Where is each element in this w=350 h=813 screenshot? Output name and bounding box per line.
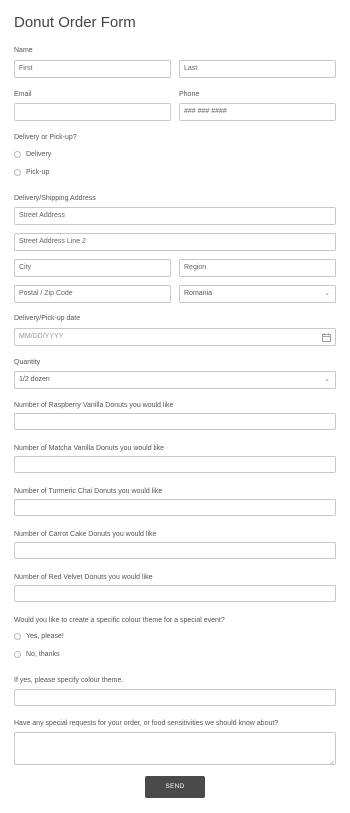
redvelvet-count-input[interactable] xyxy=(14,585,336,602)
pickup-radio[interactable] xyxy=(14,169,21,176)
matcha-label: Number of Matcha Vanilla Donuts you woul… xyxy=(14,445,165,452)
date-input[interactable]: MM/DD/YYYY xyxy=(14,328,336,346)
last-name-input[interactable]: Last xyxy=(179,60,336,78)
carrot-label: Number of Carrot Cake Donuts you would l… xyxy=(14,531,157,538)
theme-specify-input[interactable] xyxy=(14,689,336,706)
special-requests-textarea[interactable] xyxy=(14,732,336,765)
date-placeholder: MM/DD/YYYY xyxy=(19,333,64,340)
turmeric-label: Number of Turmeric Chai Donuts you would… xyxy=(14,488,163,495)
address-label: Delivery/Shipping Address xyxy=(14,195,96,202)
street-address-line2-input[interactable]: Street Address Line 2 xyxy=(14,233,336,251)
theme-specify-label: If yes, please specify colour theme. xyxy=(14,677,124,684)
city-input[interactable]: City xyxy=(14,259,171,277)
theme-no-radio[interactable] xyxy=(14,651,21,658)
email-label: Email xyxy=(14,91,32,98)
theme-yes-radio[interactable] xyxy=(14,633,21,640)
name-label: Name xyxy=(14,47,33,54)
pickup-option-label: Pick-up xyxy=(26,169,50,176)
region-input[interactable]: Region xyxy=(179,259,336,277)
quantity-select[interactable]: 1/2 dozen ⌄ xyxy=(14,371,336,389)
quantity-label: Quantity xyxy=(14,359,41,366)
raspberry-count-input[interactable] xyxy=(14,413,336,430)
country-select[interactable]: Romania ⌄ xyxy=(179,285,336,303)
street-address-placeholder: Street Address xyxy=(19,212,65,219)
raspberry-label: Number of Raspberry Vanilla Donuts you w… xyxy=(14,402,174,409)
send-button[interactable]: SEND xyxy=(145,776,205,798)
quantity-value: 1/2 dozen xyxy=(19,376,50,383)
calendar-icon[interactable] xyxy=(322,333,331,345)
theme-no-label: No, thanks xyxy=(26,651,60,658)
first-name-input[interactable]: First xyxy=(14,60,171,78)
postal-code-input[interactable]: Postal / Zip Code xyxy=(14,285,171,303)
chevron-down-icon: ⌄ xyxy=(324,376,330,383)
theme-yes-label: Yes, please! xyxy=(26,633,64,640)
country-value: Romania xyxy=(184,290,213,297)
last-name-placeholder: Last xyxy=(184,65,198,72)
delivery-option-label: Delivery xyxy=(26,151,52,158)
delivery-radio[interactable] xyxy=(14,151,21,158)
phone-placeholder: ### ### #### xyxy=(184,108,227,115)
phone-label: Phone xyxy=(179,91,200,98)
matcha-count-input[interactable] xyxy=(14,456,336,473)
theme-question-label: Would you like to create a specific colo… xyxy=(14,617,225,624)
postal-code-placeholder: Postal / Zip Code xyxy=(19,290,73,297)
carrot-count-input[interactable] xyxy=(14,542,336,559)
street-address-input[interactable]: Street Address xyxy=(14,207,336,225)
date-label: Delivery/Pick-up date xyxy=(14,315,81,322)
region-placeholder: Region xyxy=(184,264,207,271)
city-placeholder: City xyxy=(19,264,32,271)
resize-handle-icon[interactable] xyxy=(328,757,334,764)
email-input[interactable] xyxy=(14,103,171,121)
phone-input[interactable]: ### ### #### xyxy=(179,103,336,121)
street-address-line2-placeholder: Street Address Line 2 xyxy=(19,238,86,245)
chevron-down-icon: ⌄ xyxy=(324,290,330,297)
special-requests-label: Have any special requests for your order… xyxy=(14,720,279,727)
turmeric-count-input[interactable] xyxy=(14,499,336,516)
first-name-placeholder: First xyxy=(19,65,33,72)
form-title: Donut Order Form xyxy=(14,14,136,31)
redvelvet-label: Number of Red Velvet Donuts you would li… xyxy=(14,574,153,581)
delivery-method-label: Delivery or Pick-up? xyxy=(14,134,77,141)
